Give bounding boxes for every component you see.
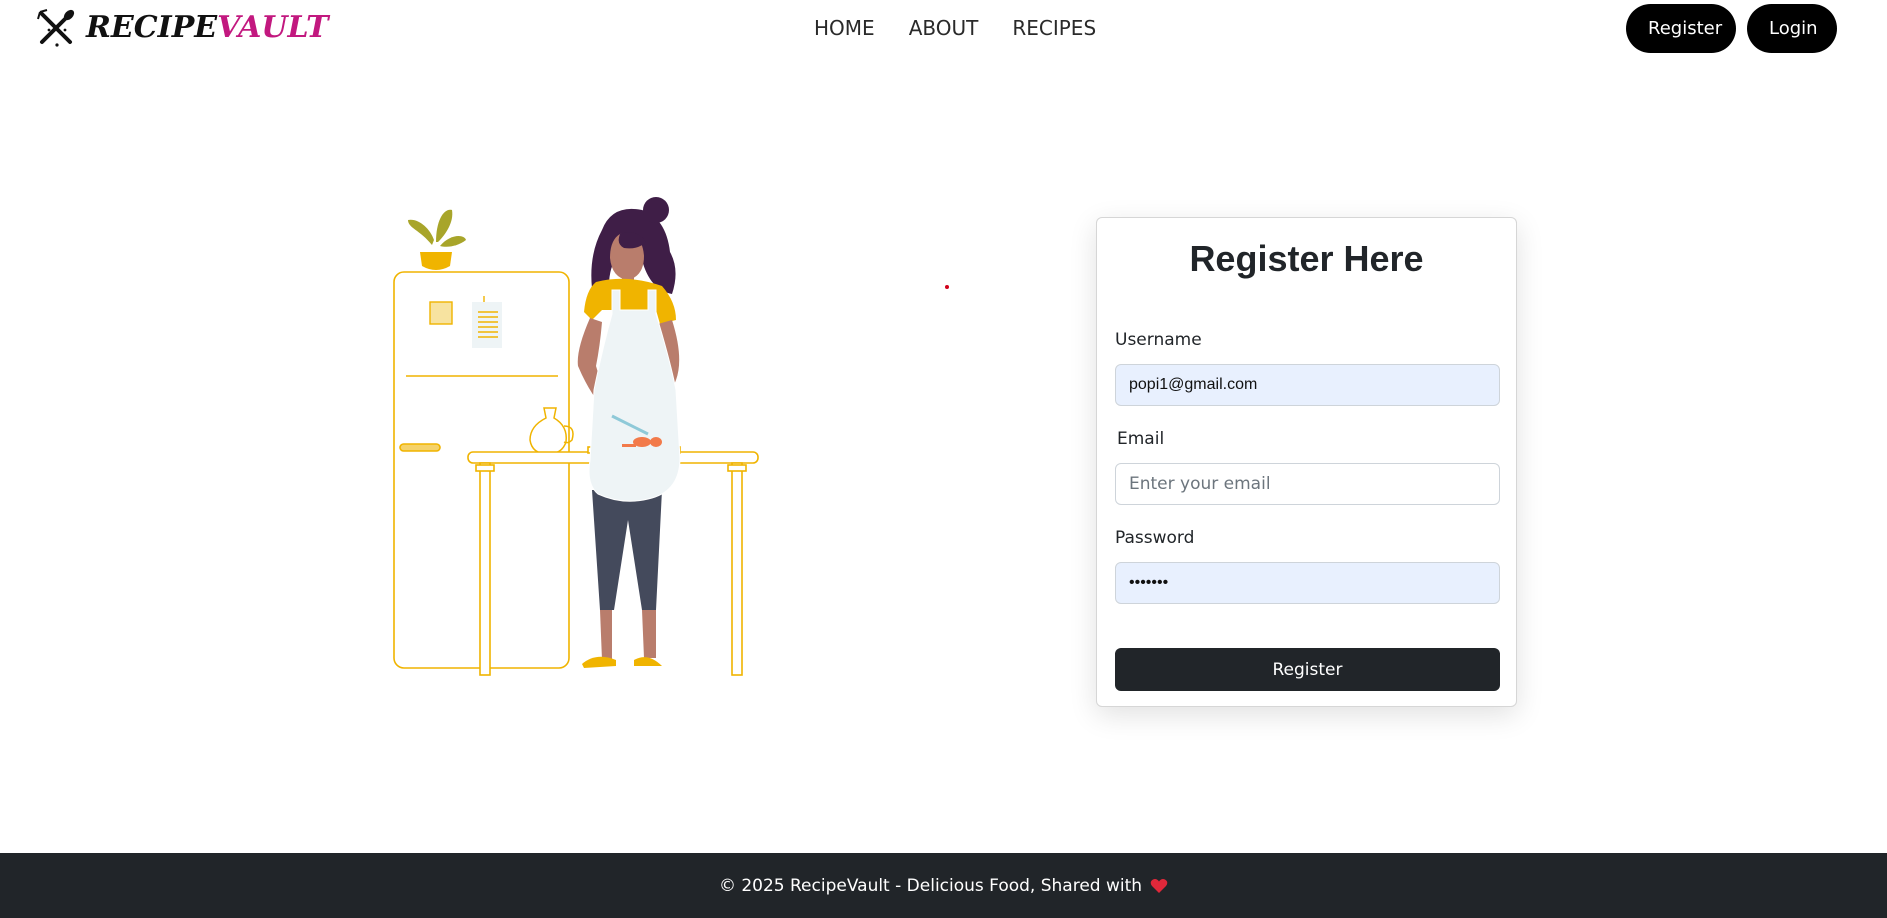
email-label: Email [1117,429,1165,449]
footer-text: © 2025 RecipeVault - Delicious Food, Sha… [718,875,1143,896]
register-submit-button[interactable]: Register [1115,648,1500,691]
brand-part-2: VAULT [217,10,329,45]
footer: © 2025 RecipeVault - Delicious Food, Sha… [0,853,1887,918]
heart-icon [1150,878,1168,893]
red-dot [945,285,949,289]
plant [408,209,466,270]
register-nav-button[interactable]: Register [1626,4,1736,53]
brand-name: RECIPEVAULT [86,8,329,48]
username-label: Username [1115,330,1202,350]
nav-recipes[interactable]: RECIPES [1012,12,1096,44]
cooking-illustration [393,197,759,676]
password-input[interactable] [1115,562,1500,604]
username-input[interactable] [1115,364,1500,406]
utensils-logo-icon [37,9,75,47]
password-label: Password [1115,528,1195,548]
brand-part-1: RECIPE [86,10,218,45]
auth-buttons: Register Login [1626,4,1837,53]
header: RECIPEVAULT HOME ABOUT RECIPES Register … [0,0,1887,58]
form-title: Register Here [1189,238,1424,279]
login-nav-button[interactable]: Login [1747,4,1837,53]
main-nav: HOME ABOUT RECIPES [814,12,1096,44]
logo[interactable]: RECIPEVAULT [36,8,329,48]
email-input[interactable] [1115,463,1500,505]
nav-home[interactable]: HOME [814,12,875,44]
register-card: Register Here Username Email Password Re… [1096,217,1517,707]
nav-about[interactable]: ABOUT [909,12,979,44]
